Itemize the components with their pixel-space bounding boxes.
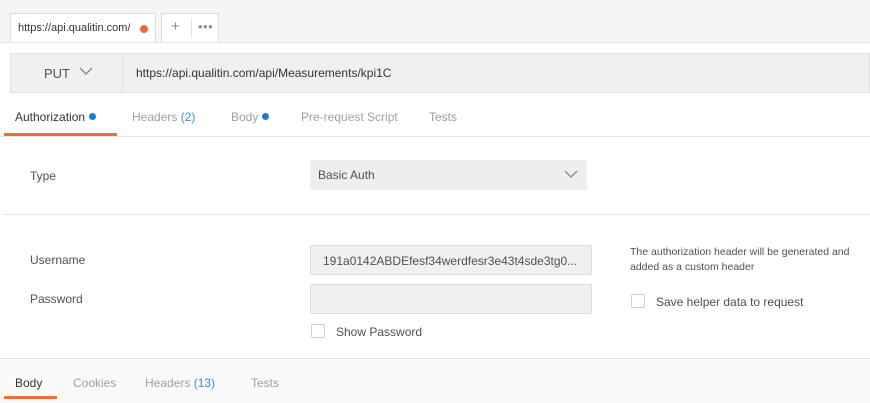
active-dot-icon — [89, 113, 97, 120]
request-tab[interactable]: https://api.qualitin.com/api/Measurement… — [10, 13, 156, 42]
tab-authorization[interactable]: Authorization — [15, 110, 97, 124]
tab-body-label: Body — [231, 110, 259, 124]
username-label: Username — [30, 253, 86, 267]
auth-type-select[interactable]: Basic Auth — [310, 160, 587, 190]
request-tab-title: https://api.qualitin.com/api/Measurement… — [18, 22, 130, 34]
response-active-tab-indicator — [4, 396, 57, 399]
section-divider — [4, 214, 870, 215]
method-label: PUT — [44, 66, 70, 81]
method-select[interactable]: PUT — [11, 54, 123, 92]
tab-authorization-label: Authorization — [15, 110, 86, 124]
request-url-bar: PUT https://api.qualitin.com/api/Measure… — [10, 53, 870, 93]
unsaved-dot-icon — [140, 25, 148, 33]
password-field[interactable] — [310, 284, 592, 314]
chevron-down-icon — [564, 170, 578, 178]
username-field[interactable]: 191a0142ABDEfesf34werdfesr3e43t4sde3tg0.… — [310, 245, 592, 275]
username-value: 191a0142ABDEfesf34werdfesr3e43t4sde3tg0.… — [323, 254, 578, 268]
request-section-tabs: Authorization Headers (2) Body Pre-reque… — [0, 100, 870, 137]
password-label: Password — [30, 292, 83, 306]
save-helper-label: Save helper data to request — [656, 295, 804, 309]
save-helper-checkbox[interactable] — [631, 294, 645, 308]
more-horizontal-icon[interactable]: ••• — [198, 19, 213, 35]
response-tabs: Body Cookies Headers (13) Tests — [0, 358, 870, 403]
tab-actions-divider — [191, 18, 192, 38]
response-tab-headers[interactable]: Headers (13) — [145, 376, 215, 390]
tab-body[interactable]: Body — [231, 110, 270, 124]
request-tab-bar: https://api.qualitin.com/api/Measurement… — [0, 0, 870, 43]
show-password-label: Show Password — [336, 325, 423, 339]
response-tab-headers-count: (13) — [193, 376, 216, 390]
active-tab-indicator — [4, 133, 117, 136]
type-label: Type — [30, 169, 57, 183]
tab-tests[interactable]: Tests — [429, 110, 457, 124]
tab-headers-count: (2) — [180, 110, 196, 124]
tab-headers-label: Headers — [132, 110, 178, 124]
chevron-down-icon — [79, 67, 93, 75]
body-dot-icon — [262, 113, 270, 120]
auth-helper-text: The authorization header will be generat… — [630, 246, 850, 273]
tab-headers[interactable]: Headers (2) — [132, 110, 195, 124]
response-tab-body[interactable]: Body — [15, 376, 42, 390]
response-tab-tests[interactable]: Tests — [251, 376, 279, 390]
url-input[interactable]: https://api.qualitin.com/api/Measurement… — [136, 66, 391, 80]
tab-pre-request-script[interactable]: Pre-request Script — [301, 110, 398, 124]
response-tab-headers-label: Headers — [145, 376, 191, 390]
auth-type-value: Basic Auth — [318, 168, 375, 182]
tab-actions: + ••• — [161, 13, 219, 42]
plus-icon[interactable]: + — [171, 19, 180, 35]
show-password-checkbox[interactable] — [311, 324, 325, 338]
response-tab-cookies[interactable]: Cookies — [73, 376, 116, 390]
